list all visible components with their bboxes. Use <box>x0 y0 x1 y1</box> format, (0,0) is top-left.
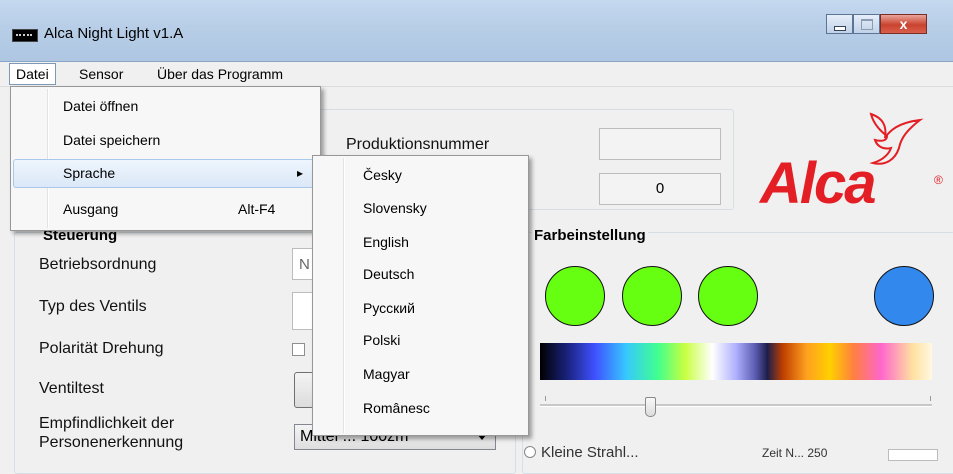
menu-item-label: Datei öffnen <box>63 98 139 114</box>
language-item-label: Česky <box>363 167 402 183</box>
menu-item-label: Ausgang <box>63 201 119 217</box>
bottom-left-partial-label: Kleine Strahl... <box>541 444 639 461</box>
sensitivity-label-line1: Empfindlichkeit der <box>39 415 175 432</box>
minimize-button[interactable] <box>826 14 853 34</box>
polarity-checkbox[interactable] <box>292 343 305 356</box>
menu-bar <box>0 62 953 87</box>
close-icon: x <box>899 16 908 32</box>
file-menu: Datei öffnen Datei speichern Sprache ▸ A… <box>10 86 321 231</box>
valve-test-label: Ventiltest <box>39 380 104 397</box>
slider-tick <box>545 396 546 401</box>
alca-logo: Alca <box>760 151 877 216</box>
maximize-button[interactable] <box>853 14 880 34</box>
language-item-label: Românesc <box>363 400 430 416</box>
menu-item-language[interactable]: Sprache ▸ <box>13 159 318 188</box>
language-item-en[interactable]: English <box>315 228 526 257</box>
production-number-field <box>599 128 721 160</box>
minimize-icon <box>833 25 846 31</box>
language-item-hu[interactable]: Magyar <box>315 360 526 389</box>
menu-item-save-file[interactable]: Datei speichern <box>13 126 318 155</box>
production-number-label: Produktionsnummer <box>346 136 490 153</box>
menu-item-exit[interactable]: Ausgang Alt-F4 <box>13 195 318 224</box>
color-swatch-3[interactable] <box>698 266 758 326</box>
language-item-sk[interactable]: Slovensky <box>315 194 526 223</box>
color-slider-track[interactable] <box>540 404 932 407</box>
menu-datei[interactable]: Datei <box>9 63 56 85</box>
language-item-ru[interactable]: Русский <box>315 294 526 323</box>
valve-test-button[interactable] <box>294 372 314 408</box>
menu-item-open-file[interactable]: Datei öffnen <box>13 92 318 121</box>
language-item-label: Deutsch <box>363 266 415 282</box>
language-menu: Česky Slovensky English Deutsch Русский … <box>312 155 529 436</box>
color-slider-thumb[interactable] <box>644 397 656 417</box>
app-icon[interactable] <box>12 29 38 42</box>
valve-type-label: Typ des Ventils <box>39 298 147 315</box>
menu-sensor[interactable]: Sensor <box>73 62 129 86</box>
counter-field: 0 <box>599 173 721 205</box>
language-item-label: Русский <box>363 300 415 316</box>
color-spectrum[interactable] <box>540 343 932 380</box>
submenu-arrow-icon: ▸ <box>296 166 303 180</box>
operating-mode-select[interactable]: N <box>292 248 314 280</box>
sensitivity-label: Empfindlichkeit der Personenerkennung <box>39 414 183 452</box>
registered-mark: ® <box>934 173 943 187</box>
bird-icon <box>869 112 924 165</box>
window-controls: x <box>826 14 927 36</box>
language-item-pl[interactable]: Polski <box>315 326 526 355</box>
language-item-de[interactable]: Deutsch <box>315 260 526 289</box>
language-item-cs[interactable]: Česky <box>315 161 526 190</box>
language-item-label: Magyar <box>363 366 410 382</box>
radio-button[interactable] <box>524 446 536 458</box>
window-title: Alca Night Light v1.A <box>44 25 184 42</box>
color-section-title: Farbeinstellung <box>532 227 648 244</box>
sensitivity-label-line2: Personenerkennung <box>39 434 184 451</box>
language-item-label: Polski <box>363 332 401 348</box>
menu-item-shortcut: Alt-F4 <box>238 201 276 217</box>
color-swatch-1[interactable] <box>545 266 605 326</box>
polarity-label: Polarität Drehung <box>39 340 164 357</box>
bottom-right-partial-label: Zeit N... 250 <box>762 446 828 460</box>
operating-mode-label: Betriebsordnung <box>39 256 157 273</box>
color-swatch-2[interactable] <box>622 266 682 326</box>
language-item-label: English <box>363 234 409 250</box>
menu-about[interactable]: Über das Programm <box>151 62 289 86</box>
language-item-ro[interactable]: Românesc <box>315 394 526 423</box>
close-button[interactable]: x <box>880 14 927 34</box>
menu-item-label: Sprache <box>63 165 116 181</box>
menu-item-label: Datei speichern <box>63 132 161 148</box>
language-item-label: Slovensky <box>363 200 427 216</box>
maximize-icon <box>860 18 873 30</box>
time-field[interactable] <box>888 449 938 461</box>
slider-tick <box>930 396 931 401</box>
color-swatch-4[interactable] <box>874 266 934 326</box>
